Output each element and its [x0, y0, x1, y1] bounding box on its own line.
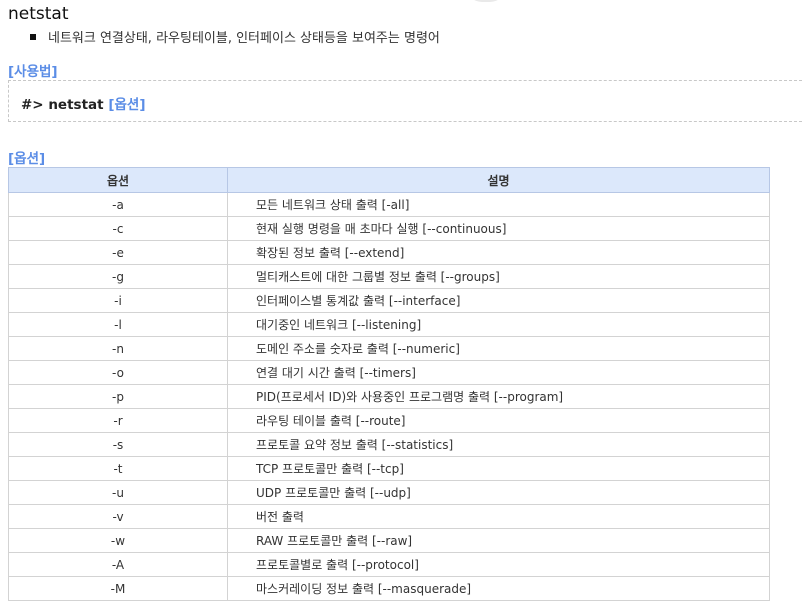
description-cell: 인터페이스별 통계값 출력 [--interface]: [227, 288, 770, 313]
usage-box: #> netstat [옵션]: [8, 80, 802, 122]
description-cell: 라우팅 테이블 출력 [--route]: [227, 408, 770, 433]
option-cell: -i: [8, 288, 228, 313]
option-cell: -a: [8, 192, 228, 217]
table-header-row: 옵션 설명: [8, 167, 770, 193]
square-bullet-icon: [30, 33, 36, 40]
usage-command-line: #> netstat [옵션]: [21, 93, 146, 113]
table-row: -c 현재 실행 명령을 매 초마다 실행 [--continuous]: [8, 216, 770, 241]
option-cell: -l: [8, 312, 228, 337]
table-row: -g 멀티캐스트에 대한 그룹별 정보 출력 [--groups]: [8, 264, 770, 289]
option-cell: -g: [8, 264, 228, 289]
option-cell: -r: [8, 408, 228, 433]
description-cell: 멀티캐스트에 대한 그룹별 정보 출력 [--groups]: [227, 264, 770, 289]
table-row: -l 대기중인 네트워크 [--listening]: [8, 312, 770, 337]
option-cell: -p: [8, 384, 228, 409]
table-row: -p PID(프로세서 ID)와 사용중인 프로그램명 출력 [--program…: [8, 384, 770, 409]
description-text: 네트워크 연결상태, 라우팅테이블, 인터페이스 상태등을 보여주는 명령어: [48, 31, 440, 46]
description-bullet: 네트워크 연결상태, 라우팅테이블, 인터페이스 상태등을 보여주는 명령어: [30, 27, 440, 46]
description-cell: 버전 출력: [227, 504, 770, 529]
table-row: -s 프로토콜 요약 정보 출력 [--statistics]: [8, 432, 770, 457]
decorative-shape: [466, 0, 506, 2]
header-description: 설명: [227, 167, 770, 193]
option-cell: -e: [8, 240, 228, 265]
description-cell: TCP 프로토콜만 출력 [--tcp]: [227, 456, 770, 481]
description-cell: 연결 대기 시간 출력 [--timers]: [227, 360, 770, 385]
description-cell: 대기중인 네트워크 [--listening]: [227, 312, 770, 337]
description-cell: 확장된 정보 출력 [--extend]: [227, 240, 770, 265]
table-row: -t TCP 프로토콜만 출력 [--tcp]: [8, 456, 770, 481]
option-cell: -A: [8, 552, 228, 577]
usage-section-label: [사용법]: [8, 64, 58, 80]
description-cell: 프로토콜별로 출력 [--protocol]: [227, 552, 770, 577]
usage-option-placeholder: [옵션]: [108, 97, 146, 113]
table-row: -u UDP 프로토콜만 출력 [--udp]: [8, 480, 770, 505]
table-row: -n 도메인 주소를 숫자로 출력 [--numeric]: [8, 336, 770, 361]
options-table: 옵션 설명 -a 모든 네트워크 상태 출력 [-all] -c 현재 실행 명령을 …: [8, 167, 770, 601]
table-row: -o 연결 대기 시간 출력 [--timers]: [8, 360, 770, 385]
header-option: 옵션: [8, 167, 228, 193]
option-cell: -s: [8, 432, 228, 457]
table-row: -v 버전 출력: [8, 504, 770, 529]
option-cell: -o: [8, 360, 228, 385]
table-row: -a 모든 네트워크 상태 출력 [-all]: [8, 192, 770, 217]
option-cell: -t: [8, 456, 228, 481]
option-cell: -u: [8, 480, 228, 505]
description-cell: 모든 네트워크 상태 출력 [-all]: [227, 192, 770, 217]
description-cell: 현재 실행 명령을 매 초마다 실행 [--continuous]: [227, 216, 770, 241]
description-cell: PID(프로세서 ID)와 사용중인 프로그램명 출력 [--program]: [227, 384, 770, 409]
usage-command: #> netstat: [21, 97, 104, 113]
option-cell: -v: [8, 504, 228, 529]
description-cell: 도메인 주소를 숫자로 출력 [--numeric]: [227, 336, 770, 361]
options-section-label: [옵션]: [8, 151, 46, 167]
option-cell: -n: [8, 336, 228, 361]
page-title: netstat: [8, 4, 69, 24]
description-cell: RAW 프로토콜만 출력 [--raw]: [227, 528, 770, 553]
table-row: -i 인터페이스별 통계값 출력 [--interface]: [8, 288, 770, 313]
description-cell: 프로토콜 요약 정보 출력 [--statistics]: [227, 432, 770, 457]
table-row: -A 프로토콜별로 출력 [--protocol]: [8, 552, 770, 577]
description-cell: 마스커레이딩 정보 출력 [--masquerade]: [227, 576, 770, 601]
table-row: -w RAW 프로토콜만 출력 [--raw]: [8, 528, 770, 553]
table-row: -r 라우팅 테이블 출력 [--route]: [8, 408, 770, 433]
description-cell: UDP 프로토콜만 출력 [--udp]: [227, 480, 770, 505]
option-cell: -M: [8, 576, 228, 601]
option-cell: -c: [8, 216, 228, 241]
table-row: -e 확장된 정보 출력 [--extend]: [8, 240, 770, 265]
option-cell: -w: [8, 528, 228, 553]
table-row: -M 마스커레이딩 정보 출력 [--masquerade]: [8, 576, 770, 601]
options-table-body: -a 모든 네트워크 상태 출력 [-all] -c 현재 실행 명령을 매 초마다 …: [8, 192, 770, 601]
